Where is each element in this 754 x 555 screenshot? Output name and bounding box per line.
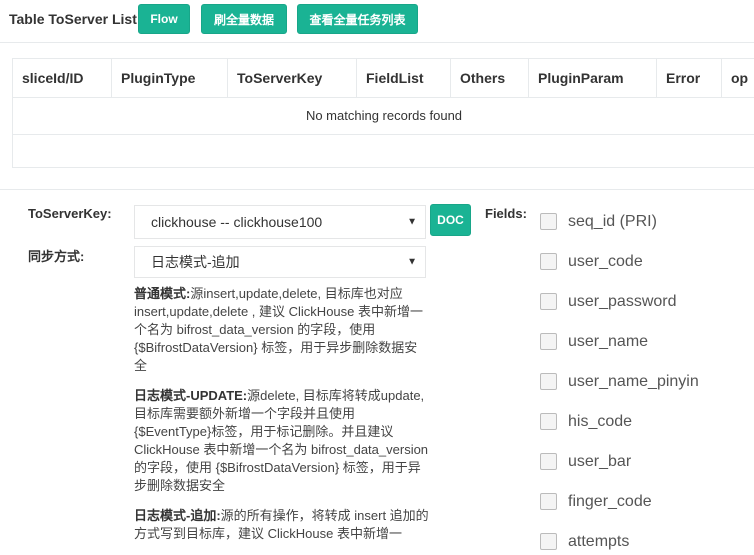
field-checkbox[interactable] xyxy=(540,492,557,510)
field-item[interactable]: user_code xyxy=(540,249,643,273)
chevron-down-icon: ▼ xyxy=(407,256,417,268)
field-checkbox[interactable] xyxy=(540,532,557,550)
chevron-down-icon: ▼ xyxy=(407,216,417,228)
field-name: user_name_pinyin xyxy=(568,373,699,390)
field-name: finger_code xyxy=(568,493,652,510)
field-name: user_code xyxy=(568,253,643,270)
col-error[interactable]: Error xyxy=(657,59,722,97)
section-divider xyxy=(0,189,754,190)
fields-label: Fields: xyxy=(485,206,527,221)
sync-mode-help: 普通模式:源insert,update,delete, 目标库也对应insert… xyxy=(134,285,429,555)
table-header: sliceId/ID PluginType ToServerKey FieldL… xyxy=(13,59,754,98)
help-log-update-mode: 日志模式-UPDATE:源delete, 目标库将转成update, 目标库需要… xyxy=(134,388,429,493)
toserverkey-label: ToServerKey: xyxy=(28,206,112,221)
field-item[interactable]: user_bar xyxy=(540,449,631,473)
toserverkey-select[interactable]: clickhouse -- clickhouse100 ▼ xyxy=(134,205,426,239)
sync-mode-select-value: 日志模式-追加 xyxy=(151,254,240,270)
view-full-task-list-button[interactable]: 查看全量任务列表 xyxy=(297,4,418,34)
field-checkbox[interactable] xyxy=(540,412,557,430)
flow-button[interactable]: Flow xyxy=(138,4,190,34)
field-item[interactable]: user_password xyxy=(540,289,677,313)
col-field-list[interactable]: FieldList xyxy=(357,59,451,97)
doc-button[interactable]: DOC xyxy=(430,204,471,236)
help-normal-mode: 普通模式:源insert,update,delete, 目标库也对应insert… xyxy=(134,286,423,373)
col-op[interactable]: op xyxy=(722,59,754,97)
toserver-table: sliceId/ID PluginType ToServerKey FieldL… xyxy=(12,58,754,168)
refresh-full-data-button[interactable]: 刷全量数据 xyxy=(201,4,287,34)
col-toserver-key[interactable]: ToServerKey xyxy=(228,59,357,97)
field-item[interactable]: seq_id (PRI) xyxy=(540,209,657,233)
field-item[interactable]: his_code xyxy=(540,409,632,433)
page-title: Table ToServer List xyxy=(9,11,137,27)
field-item[interactable]: user_name_pinyin xyxy=(540,369,699,393)
field-name: user_bar xyxy=(568,453,632,470)
col-slice-id[interactable]: sliceId/ID xyxy=(13,59,112,97)
field-checkbox[interactable] xyxy=(540,452,557,470)
empty-table-message: No matching records found xyxy=(13,97,754,135)
col-plugin-type[interactable]: PluginType xyxy=(112,59,228,97)
toserverkey-select-value: clickhouse -- clickhouse100 xyxy=(151,214,323,230)
field-item[interactable]: finger_code xyxy=(540,489,652,513)
field-checkbox[interactable] xyxy=(540,332,557,350)
field-item[interactable]: attempts xyxy=(540,529,629,553)
field-checkbox[interactable] xyxy=(540,212,557,230)
field-name: user_password xyxy=(568,293,677,310)
field-checkbox[interactable] xyxy=(540,372,557,390)
top-toolbar: Table ToServer List Flow 刷全量数据 查看全量任务列表 xyxy=(0,0,754,43)
field-name: his_code xyxy=(568,413,633,430)
field-name: seq_id (PRI) xyxy=(568,213,657,230)
field-name: user_name xyxy=(568,333,649,350)
field-checkbox[interactable] xyxy=(540,252,557,270)
help-log-append-mode: 日志模式-追加:源的所有操作，将转成 insert 追加的方式写到目标库，建议 … xyxy=(134,508,429,541)
col-others[interactable]: Others xyxy=(451,59,529,97)
field-name: attempts xyxy=(568,533,630,550)
col-plugin-param[interactable]: PluginParam xyxy=(529,59,657,97)
field-checkbox[interactable] xyxy=(540,292,557,310)
sync-mode-select[interactable]: 日志模式-追加 ▼ xyxy=(134,246,426,278)
field-item[interactable]: user_name xyxy=(540,329,648,353)
sync-mode-label: 同步方式: xyxy=(28,249,85,264)
